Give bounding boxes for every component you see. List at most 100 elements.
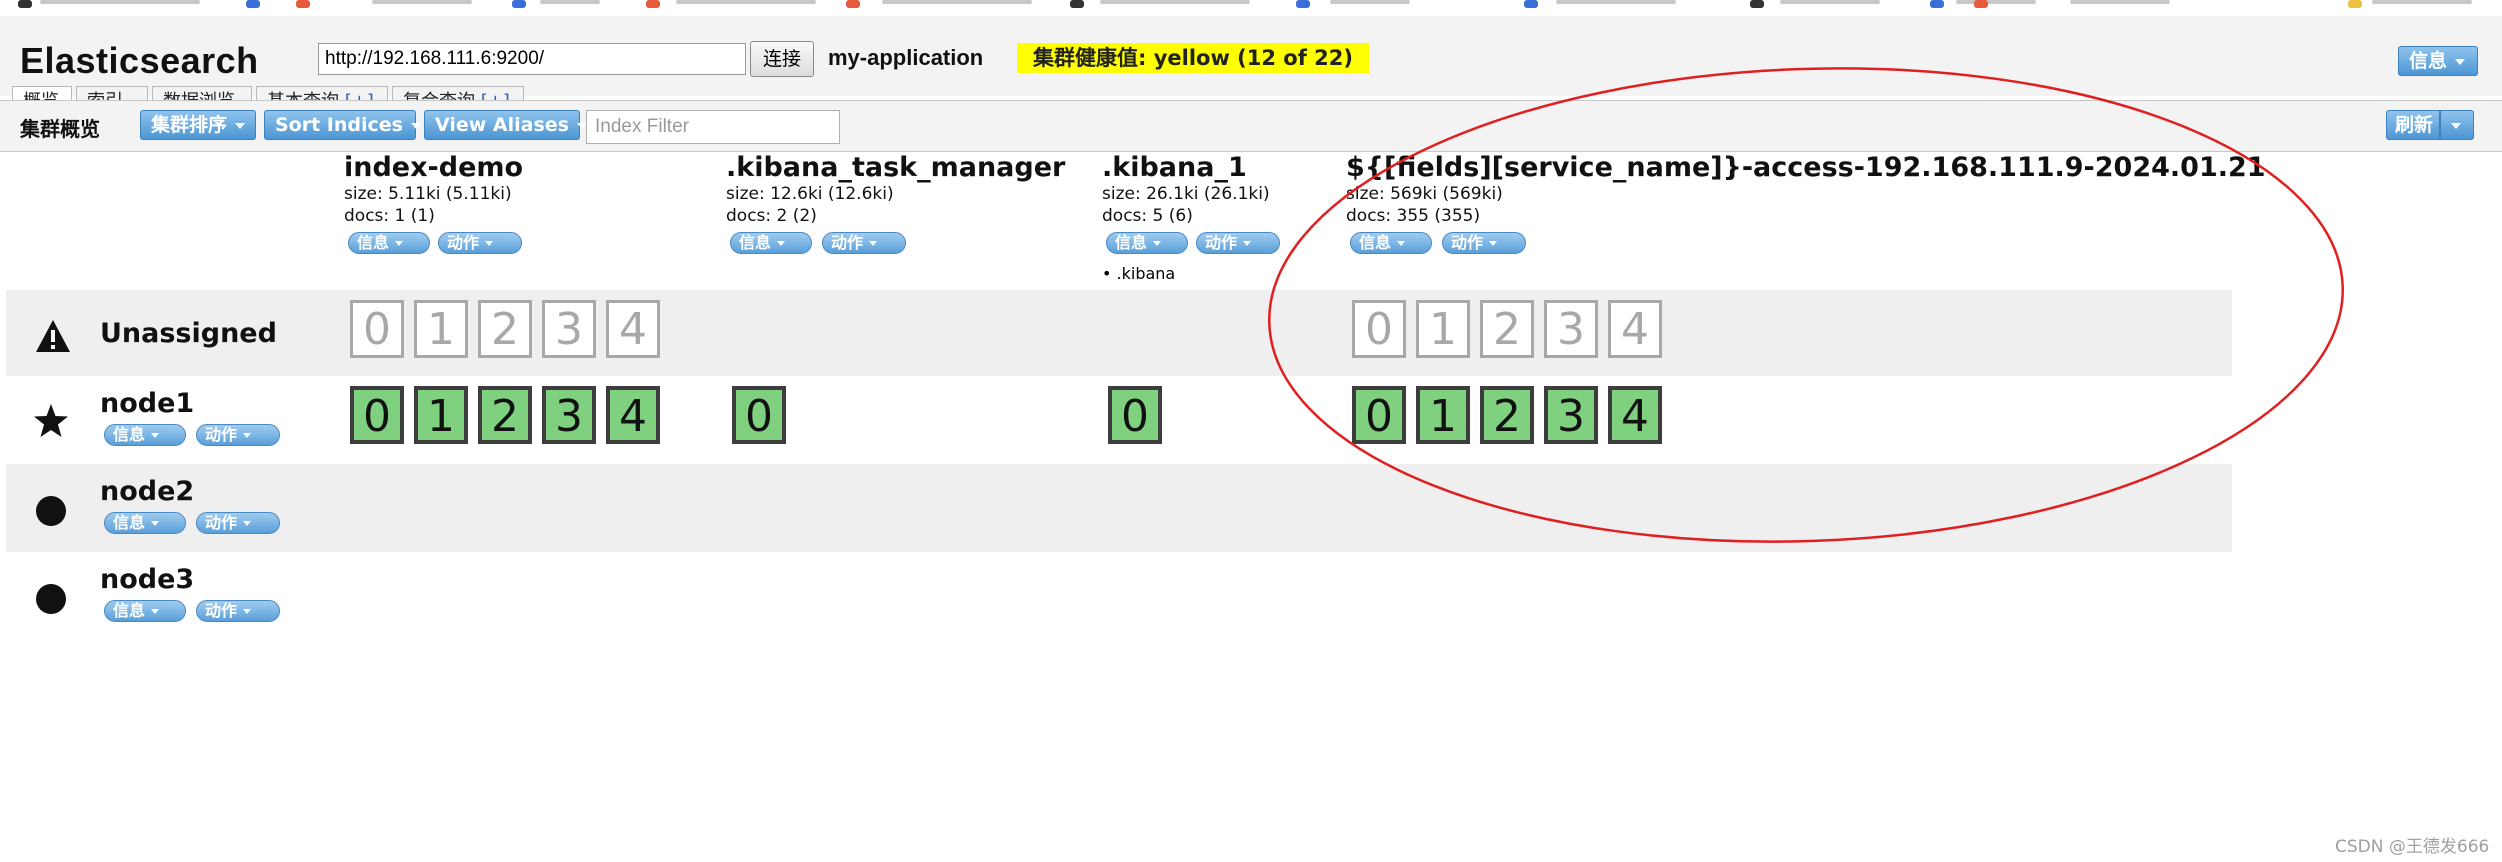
- connect-button[interactable]: 连接: [750, 41, 814, 77]
- cluster-url-input[interactable]: [318, 43, 746, 75]
- shard-started[interactable]: 2: [1480, 386, 1534, 444]
- index-info-button[interactable]: 信息: [1106, 232, 1188, 254]
- shard-started[interactable]: 0: [350, 386, 404, 444]
- watermark: CSDN @王德发666: [2335, 837, 2490, 857]
- view-aliases-label: View Aliases: [435, 114, 569, 136]
- circle-icon: [36, 584, 66, 614]
- chevron-down-icon: [151, 433, 160, 438]
- app-header: Elasticsearch 连接 my-application 集群健康值: y…: [0, 16, 2502, 117]
- shard-unassigned[interactable]: 1: [414, 300, 468, 358]
- sort-indices-button[interactable]: Sort Indices: [264, 110, 421, 140]
- shard-started[interactable]: 4: [606, 386, 660, 444]
- shard-started[interactable]: 1: [414, 386, 468, 444]
- node-info-button[interactable]: 信息: [104, 424, 186, 446]
- index-column-index-demo: index-demo size: 5.11ki (5.11ki) docs: 1…: [344, 152, 523, 227]
- shard-started[interactable]: 3: [542, 386, 596, 444]
- refresh-button[interactable]: 刷新: [2386, 110, 2440, 140]
- bookmark-icon[interactable]: [1750, 0, 1764, 8]
- shard-started[interactable]: 2: [478, 386, 532, 444]
- shard-started[interactable]: 4: [1608, 386, 1662, 444]
- index-action-button[interactable]: 动作: [438, 232, 522, 254]
- chevron-down-icon: [1489, 241, 1498, 246]
- cluster-health-badge: 集群健康值: yellow (12 of 22): [1017, 43, 1370, 73]
- index-info-label: 信息: [739, 233, 772, 252]
- shard-unassigned[interactable]: 3: [1544, 300, 1598, 358]
- shard-started[interactable]: 3: [1544, 386, 1598, 444]
- index-docs: docs: 2 (2): [726, 206, 817, 226]
- alias-list-item: • .kibana: [1102, 264, 1176, 283]
- shard-started[interactable]: 0: [1108, 386, 1162, 444]
- node-action-label: 动作: [205, 601, 238, 620]
- index-docs: docs: 1 (1): [344, 206, 435, 226]
- bookmark-icon[interactable]: [512, 0, 526, 8]
- bookmark-icon[interactable]: [1974, 0, 1988, 8]
- index-action-button[interactable]: 动作: [822, 232, 906, 254]
- index-info-label: 信息: [1115, 233, 1148, 252]
- index-size: size: 569ki (569ki): [1346, 184, 1503, 204]
- chevron-down-icon: [151, 521, 160, 526]
- view-aliases-button[interactable]: View Aliases: [424, 110, 587, 140]
- shard-unassigned[interactable]: 3: [542, 300, 596, 358]
- node-info-label: 信息: [113, 425, 146, 444]
- bookmark-icon[interactable]: [1524, 0, 1538, 8]
- chevron-down-icon: [243, 433, 252, 438]
- index-action-button[interactable]: 动作: [1196, 232, 1280, 254]
- node-action-button[interactable]: 动作: [196, 600, 280, 622]
- info-menu-label: 信息: [2409, 50, 2448, 72]
- node-info-label: 信息: [113, 513, 146, 532]
- bookmark-icon[interactable]: [18, 0, 32, 8]
- index-name: .kibana_task_manager: [726, 152, 1066, 183]
- alias-name: .kibana: [1116, 264, 1176, 283]
- info-menu-button[interactable]: 信息: [2398, 46, 2478, 76]
- browser-bookmarks-strip: [0, 0, 2502, 17]
- sort-indices-label: Sort Indices: [275, 114, 403, 136]
- bookmark-icon[interactable]: [1296, 0, 1310, 8]
- index-info-button[interactable]: 信息: [1350, 232, 1432, 254]
- node-info-button[interactable]: 信息: [104, 600, 186, 622]
- node-action-button[interactable]: 动作: [196, 424, 280, 446]
- index-name: ${[fields][service_name]}-access-192.168…: [1346, 152, 2266, 183]
- shard-unassigned[interactable]: 1: [1416, 300, 1470, 358]
- index-name: index-demo: [344, 152, 524, 183]
- star-icon: [34, 404, 68, 437]
- shard-started[interactable]: 0: [1352, 386, 1406, 444]
- index-action-label: 动作: [447, 233, 480, 252]
- cluster-sort-button[interactable]: 集群排序: [140, 110, 256, 140]
- index-info-button[interactable]: 信息: [730, 232, 812, 254]
- index-action-label: 动作: [831, 233, 864, 252]
- shard-started[interactable]: 0: [732, 386, 786, 444]
- index-action-label: 动作: [1205, 233, 1238, 252]
- bookmark-icon[interactable]: [296, 0, 310, 8]
- chevron-down-icon: [243, 521, 252, 526]
- node-action-button[interactable]: 动作: [196, 512, 280, 534]
- index-column-kibana-1: .kibana_1 size: 26.1ki (26.1ki) docs: 5 …: [1102, 152, 1270, 227]
- bookmark-icon[interactable]: [1070, 0, 1084, 8]
- index-name: .kibana_1: [1102, 152, 1247, 183]
- shard-started[interactable]: 1: [1416, 386, 1470, 444]
- bookmark-icon[interactable]: [246, 0, 260, 8]
- index-size: size: 26.1ki (26.1ki): [1102, 184, 1270, 204]
- node-action-label: 动作: [205, 425, 238, 444]
- row-label-unassigned: Unassigned: [100, 318, 277, 349]
- cluster-sort-label: 集群排序: [151, 114, 228, 136]
- bookmark-icon[interactable]: [846, 0, 860, 8]
- bookmark-folder-icon[interactable]: [2348, 0, 2362, 8]
- index-size: size: 5.11ki (5.11ki): [344, 184, 512, 204]
- refresh-options-button[interactable]: [2440, 110, 2474, 140]
- shard-unassigned[interactable]: 0: [350, 300, 404, 358]
- index-info-button[interactable]: 信息: [348, 232, 430, 254]
- index-action-button[interactable]: 动作: [1442, 232, 1526, 254]
- shard-unassigned[interactable]: 4: [606, 300, 660, 358]
- bookmark-icon[interactable]: [646, 0, 660, 8]
- shard-unassigned[interactable]: 2: [1480, 300, 1534, 358]
- shard-unassigned[interactable]: 0: [1352, 300, 1406, 358]
- bookmark-icon[interactable]: [1930, 0, 1944, 8]
- overview-toolbar: 集群概览 集群排序 Sort Indices View Aliases 刷新: [0, 100, 2502, 152]
- node-info-button[interactable]: 信息: [104, 512, 186, 534]
- index-filter-input[interactable]: [586, 110, 840, 144]
- shard-unassigned[interactable]: 4: [1608, 300, 1662, 358]
- shard-unassigned[interactable]: 2: [478, 300, 532, 358]
- app-title: Elasticsearch: [20, 40, 259, 81]
- chevron-down-icon: [2451, 122, 2461, 129]
- chevron-down-icon: [2455, 58, 2466, 65]
